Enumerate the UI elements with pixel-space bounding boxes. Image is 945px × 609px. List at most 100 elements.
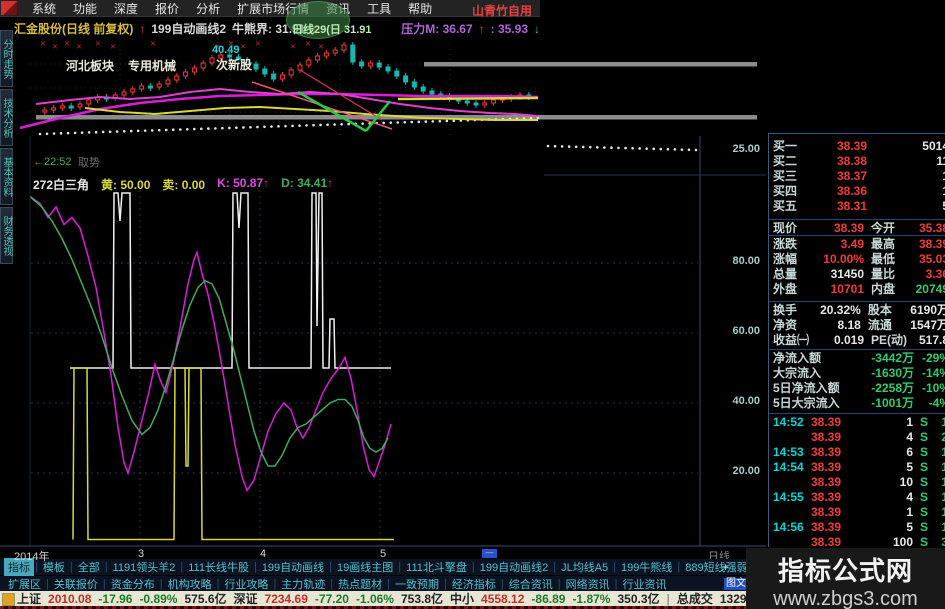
indicator-tab[interactable]: 199牛熊线 (617, 558, 676, 576)
tick-row[interactable]: 14:53 38.39 6S1 (769, 444, 945, 459)
tick-row[interactable]: 14:55 38.39 4S1 (769, 489, 945, 504)
status-segment: -1.06% (355, 591, 394, 606)
indicator-tab[interactable]: 19画线主图 (333, 558, 397, 576)
info-tab[interactable]: 综合资讯 (505, 575, 557, 593)
sidebar-tab[interactable]: 技术分析 (0, 89, 13, 146)
stamp-text: 日线29(日 31.91 (292, 24, 372, 36)
menu-item[interactable]: 系统 (32, 0, 56, 17)
sidebar-tab[interactable]: 基本资料 (0, 148, 13, 205)
chart-dot (431, 120, 435, 123)
tick-row[interactable]: 38.39 4S2 (769, 429, 945, 444)
chart-dot (319, 123, 322, 127)
chart-rect (424, 62, 757, 67)
custom-menu-item[interactable]: 山青竹自用 (472, 2, 532, 19)
tick-count: 1 (933, 460, 945, 474)
indicator-tab[interactable]: 199自动画线2 (476, 558, 552, 576)
indicator-tab[interactable]: 199自动画线 (258, 558, 328, 576)
status-segment: -17.96 (98, 591, 133, 606)
chart-dot (178, 128, 182, 131)
signal-mark-icon: ✕ (290, 44, 296, 51)
tick-time: 14:56 (773, 519, 804, 534)
status-segment: 中小 (450, 592, 475, 606)
chart-dot (52, 132, 56, 135)
tick-side: S (920, 414, 929, 429)
menu-item[interactable]: 深度 (114, 0, 138, 17)
chart-dot (242, 126, 245, 129)
tick-row[interactable]: 38.39 10 S1 (769, 474, 945, 489)
chart-dot (171, 128, 175, 132)
chart-rect (473, 102, 479, 106)
buy-volume: 1 (867, 169, 945, 183)
buy-volume: 5 (867, 199, 945, 213)
stat-row: 外盘 10701 内盘 20749 (769, 281, 945, 297)
sidebar-tab[interactable]: 财务透视 (0, 207, 13, 264)
info-tab[interactable]: 关联报价 (50, 575, 102, 593)
flow-row: 净流入额-3442万-29% (769, 350, 945, 366)
buy-row[interactable]: 买三38.371 (769, 168, 945, 184)
menu-item[interactable]: 功能 (73, 0, 97, 17)
info-tab[interactable]: 主力轨迹 (277, 575, 329, 593)
chart-dot (445, 119, 449, 123)
chart-dot (193, 127, 196, 131)
chart-rect (420, 86, 426, 92)
tick-side: S (920, 429, 929, 444)
tick-price: 38.39 (811, 474, 842, 489)
menu-item[interactable]: 报价 (155, 0, 179, 17)
indicator-tab[interactable]: JL均线A5 (557, 558, 612, 576)
indicator-tab[interactable]: 111北斗擎盘 (402, 558, 471, 576)
buy-price: 38.37 (836, 168, 867, 183)
status-segment: 7234.69 (264, 591, 308, 606)
buy-row[interactable]: 买五 38.315 (769, 198, 945, 214)
up-arrow-icon: ↑ (139, 21, 146, 36)
x-axis-tick: 5 (380, 548, 387, 560)
tick-volume: 6 (906, 444, 913, 459)
chart-dot (305, 124, 308, 127)
flow-pct: -29% (921, 350, 945, 365)
buy-price: 38.36 (836, 183, 867, 198)
chart-dot (596, 146, 599, 149)
y-axis-tick: 40.00 (732, 395, 760, 407)
chart-dot (536, 116, 540, 120)
tick-row[interactable]: 38.39 100 S3 (769, 534, 945, 548)
info-tab[interactable]: 网络资讯 (562, 575, 614, 593)
status-bar-icon[interactable] (2, 593, 15, 606)
tick-count: 1 (933, 415, 945, 429)
buy-row[interactable]: 买二38.3811 (769, 153, 945, 169)
menu-item[interactable]: 工具 (367, 0, 391, 17)
menu-item[interactable]: 分析 (196, 0, 220, 17)
buy-queue-section: 买一38.395014买二38.3811买三38.371买四38.361买五38… (769, 138, 945, 214)
stat-row-value2: 517.8 (918, 332, 945, 347)
indicator-tabs-row: 指标 | 模板 | 全部 | 1191领头羊2 | 111长线牛股 | 199自动画线 | 19画线主图… (0, 558, 766, 576)
signal-mark-icon: ✕ (64, 41, 70, 48)
sidebar-tab[interactable]: 分时走势 (0, 30, 13, 87)
menu-item[interactable]: 帮助 (408, 0, 432, 17)
indicator-tab[interactable]: 111长线牛股 (184, 558, 253, 576)
tick-row[interactable]: 14:52 38.39 1S1 (769, 414, 945, 429)
tick-row[interactable]: 14:54 38.39 5S1 (769, 459, 945, 474)
up-arrow-icon: ↑ (263, 176, 270, 190)
chart-dot (680, 148, 684, 151)
chart-dot (249, 125, 252, 129)
tick-price: 38.39 (811, 519, 842, 534)
buy-row[interactable]: 买四38.361 (769, 183, 945, 199)
tick-row[interactable]: 14:56 38.39 5S1 (769, 519, 945, 534)
chart-dot (624, 146, 627, 150)
stats-section-a: 涨跌3.49最高38.39涨幅10.00%最低35.03总量31450量比3.3… (769, 236, 945, 297)
stat-row: 总量31450量比3.36 (769, 266, 945, 282)
tuwen-button[interactable]: 图文 (724, 578, 748, 590)
indicator-tab[interactable]: 全部 (74, 558, 104, 576)
chart-dot (603, 146, 606, 149)
info-tab[interactable]: 热点题材 (334, 575, 386, 593)
chart-rect (315, 55, 321, 61)
h-scrollbar-thumb[interactable]: — (482, 549, 497, 558)
watermark: 指标公式网 www.zbgs3.com (746, 548, 945, 609)
flow-row: 5日大宗流入 -1001万 -4% (769, 395, 945, 411)
status-segment: 575.6亿 (184, 592, 227, 606)
indicator-tab[interactable]: 1191领头羊2 (109, 558, 180, 576)
tick-row[interactable]: 38.39 1S1 (769, 504, 945, 519)
tick-trade-list[interactable]: 14:5238.391S138.394S214:5338.396S114:543… (769, 413, 945, 547)
indicator-name[interactable]: 272白三角 (33, 176, 89, 193)
info-tab[interactable]: 资金分布 (107, 575, 159, 593)
flow-row: 大宗流入-1630万-14% (769, 365, 945, 381)
buy-row[interactable]: 买一38.395014 (769, 138, 945, 154)
